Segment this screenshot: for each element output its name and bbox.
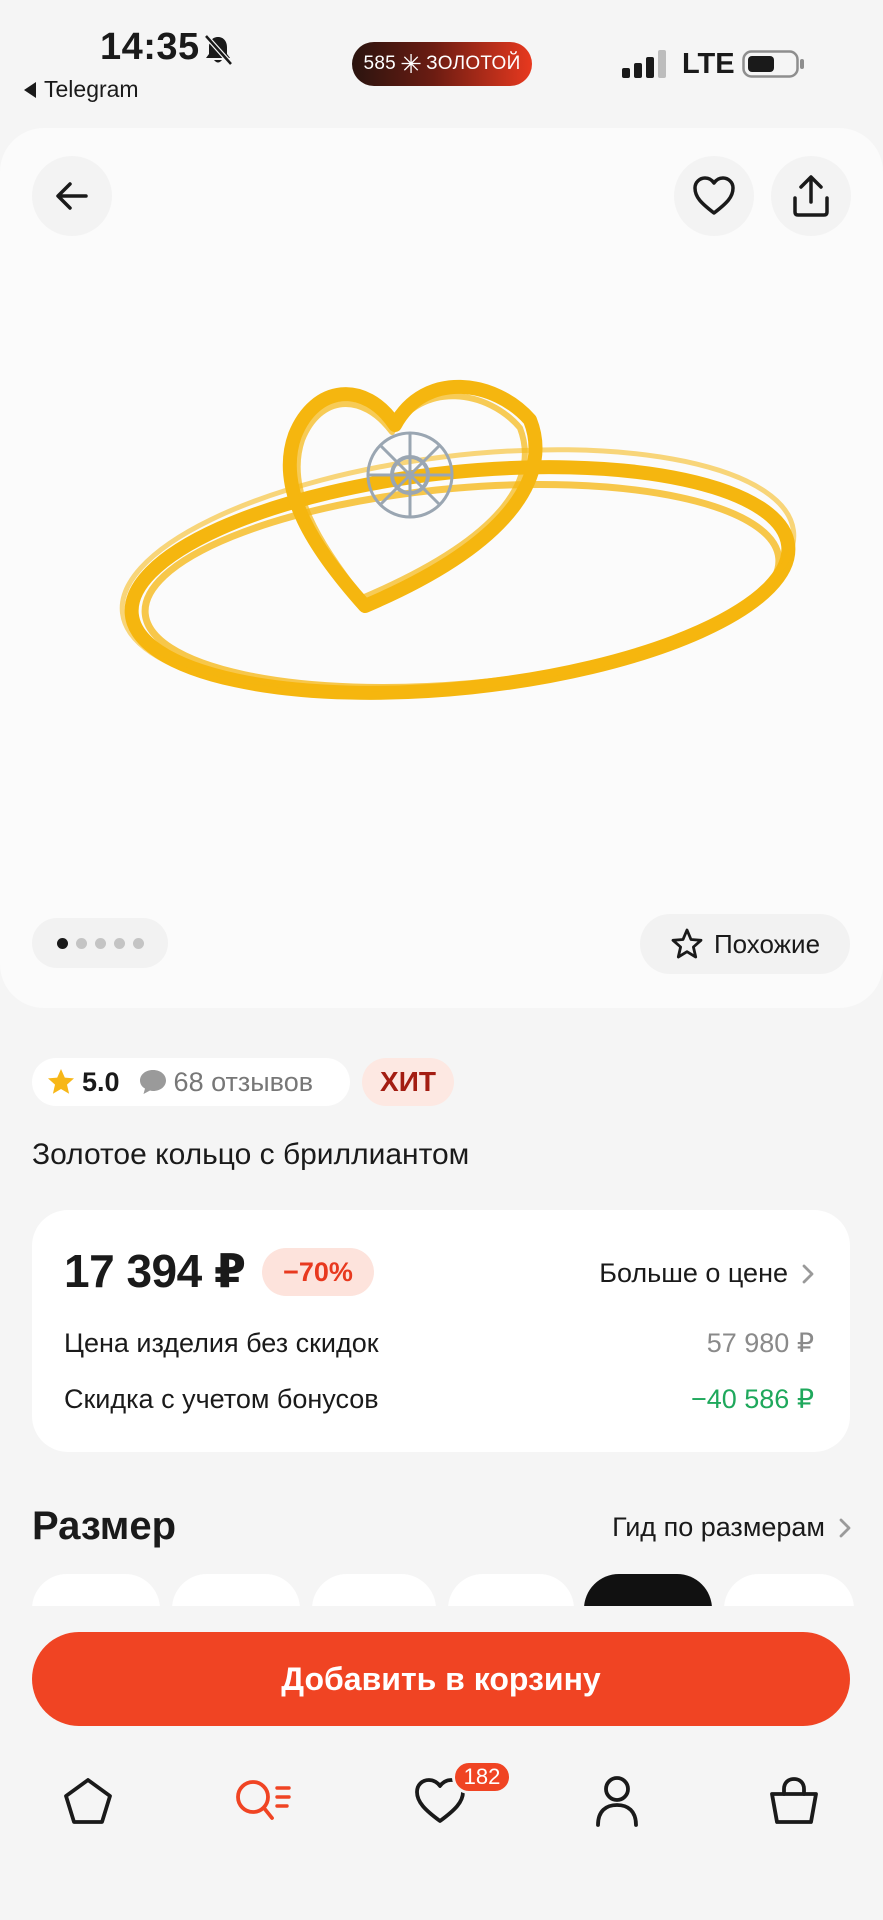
bag-icon — [770, 1777, 818, 1824]
star-icon — [48, 1069, 74, 1094]
gallery-dot[interactable] — [94, 937, 106, 949]
brand-pill: 585 ✳ ЗОЛОТОЙ — [352, 42, 532, 86]
hit-badge: ХИТ — [362, 1058, 454, 1106]
star-outline-icon — [671, 928, 703, 959]
rating-reviews[interactable]: 5.0 68 отзывов — [32, 1058, 350, 1106]
current-price: 17 394 ₽ — [64, 1245, 246, 1297]
signal-icon — [622, 50, 666, 78]
chevron-right-icon — [839, 1518, 851, 1537]
arrow-left-icon — [56, 182, 88, 210]
back-to-telegram-link[interactable]: Telegram — [24, 76, 139, 103]
share-button[interactable] — [771, 156, 851, 236]
product-title: Золотое кольцо с бриллиантом — [32, 1138, 470, 1171]
gallery-dot[interactable] — [113, 937, 125, 949]
size-chip[interactable] — [172, 1574, 300, 1606]
base-price-label: Цена изделия без скидок — [64, 1328, 379, 1358]
back-triangle-icon — [24, 81, 36, 98]
status-time: 14:35 — [100, 26, 200, 68]
bonus-discount-label: Скидка с учетом бонусов — [64, 1384, 379, 1414]
reviews-count: 68 отзывов — [173, 1066, 314, 1097]
nav-cart[interactable] — [754, 1766, 834, 1836]
size-options[interactable] — [0, 1574, 883, 1606]
gallery-dot[interactable] — [56, 937, 68, 949]
user-icon — [596, 1776, 638, 1827]
nav-home[interactable] — [48, 1766, 128, 1836]
back-app-label: Telegram — [44, 76, 139, 102]
share-icon — [793, 175, 829, 217]
size-guide-link[interactable]: Гид по размерам — [612, 1512, 851, 1543]
similar-button[interactable]: Похожие — [640, 914, 850, 974]
size-guide-label: Гид по размерам — [612, 1512, 825, 1542]
size-chip[interactable] — [724, 1574, 854, 1606]
gallery-pagination[interactable] — [32, 918, 168, 968]
home-icon — [64, 1778, 112, 1824]
favorites-count-badge: 182 — [452, 1760, 512, 1794]
size-title: Размер — [32, 1504, 177, 1548]
ring-image — [119, 379, 797, 700]
network-type: LTE — [682, 48, 735, 80]
more-about-price-link[interactable]: Больше о цене — [599, 1258, 814, 1289]
gallery-dot[interactable] — [132, 937, 144, 949]
spark-icon: ✳ — [400, 49, 423, 79]
size-chip[interactable] — [32, 1574, 160, 1606]
favorite-button[interactable] — [674, 156, 754, 236]
brand-pill-left: 585 — [363, 53, 397, 74]
rating-value: 5.0 — [82, 1066, 120, 1097]
gallery-dot[interactable] — [75, 937, 87, 949]
comment-icon — [139, 1070, 166, 1094]
bell-off-icon — [204, 34, 233, 66]
size-chip-selected[interactable] — [584, 1574, 712, 1606]
discount-badge: −70% — [262, 1248, 374, 1296]
catalog-search-icon — [236, 1780, 291, 1820]
add-to-cart-button[interactable]: Добавить в корзину — [32, 1632, 850, 1726]
brand-pill-right: ЗОЛОТОЙ — [426, 53, 521, 74]
base-price-value: 57 980 ₽ — [706, 1328, 814, 1358]
heart-icon — [693, 176, 735, 215]
more-about-price-label: Больше о цене — [599, 1258, 788, 1288]
back-button[interactable] — [32, 156, 112, 236]
battery-icon — [742, 50, 804, 78]
bonus-discount-value: −40 586 ₽ — [690, 1384, 814, 1414]
chevron-right-icon — [802, 1264, 814, 1283]
price-card: 17 394 ₽ −70% Больше о цене Цена изделия… — [32, 1210, 850, 1452]
size-chip[interactable] — [448, 1574, 574, 1606]
size-chip[interactable] — [312, 1574, 436, 1606]
similar-label: Похожие — [713, 928, 821, 959]
nav-profile[interactable] — [577, 1766, 657, 1836]
nav-catalog-search[interactable] — [224, 1766, 304, 1836]
